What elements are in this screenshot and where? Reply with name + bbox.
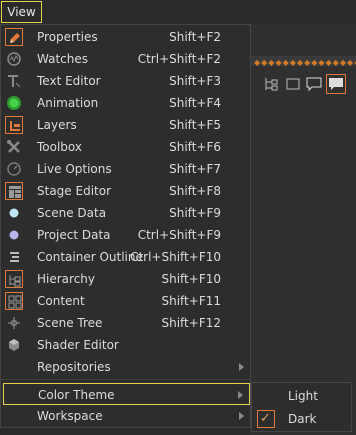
menu-item-label: Scene Tree xyxy=(37,316,103,330)
view-menu-button[interactable]: View xyxy=(1,1,42,23)
menu-item-label: Layers xyxy=(37,118,77,132)
menu-item-label: Watches xyxy=(37,52,88,66)
text-editor-icon xyxy=(5,72,23,90)
menu-item-shortcut: Shift+F3 xyxy=(169,74,221,88)
menu-item-label: Properties xyxy=(37,30,98,44)
comment-active-icon[interactable] xyxy=(326,74,346,94)
toolbox-icon xyxy=(5,138,23,156)
submenu-arrow-icon xyxy=(239,363,244,371)
menu-item-label: Workspace xyxy=(37,409,103,423)
layers-icon xyxy=(5,116,23,134)
menu-item-content[interactable]: Content Shift+F11 xyxy=(1,290,250,312)
theme-option-label: Dark xyxy=(288,412,317,426)
menu-item-shortcut: Ctrl+Shift+F2 xyxy=(137,52,221,66)
menu-item-shortcut: Shift+F9 xyxy=(169,206,221,220)
hierarchy-icon xyxy=(5,270,23,288)
background-dots: ◆◆◆◆◆◆◆◆◆◆◆◆◆◆◆ xyxy=(254,58,356,67)
menu-separator xyxy=(1,379,250,380)
scene-tree-icon xyxy=(5,314,23,332)
menu-item-shortcut: Shift+F7 xyxy=(169,162,221,176)
menu-item-label: Color Theme xyxy=(38,388,115,402)
menu-item-shortcut: Ctrl+Shift+F10 xyxy=(130,250,221,264)
menu-item-shortcut: Shift+F5 xyxy=(169,118,221,132)
page-icon[interactable] xyxy=(283,74,303,94)
menu-item-animation[interactable]: Animation Shift+F4 xyxy=(1,92,250,114)
menu-item-shortcut: Shift+F6 xyxy=(169,140,221,154)
menu-item-label: Content xyxy=(37,294,85,308)
menu-item-text-editor[interactable]: Text Editor Shift+F3 xyxy=(1,70,250,92)
menu-item-properties[interactable]: Properties Shift+F2 xyxy=(1,26,250,48)
menu-item-label: Container Outline xyxy=(37,250,143,264)
menu-item-container-outline[interactable]: Container Outline Ctrl+Shift+F10 xyxy=(1,246,250,268)
watches-icon xyxy=(5,50,23,68)
content-icon xyxy=(5,292,23,310)
menu-item-label: Project Data xyxy=(37,228,111,242)
live-options-icon xyxy=(5,160,23,178)
shader-editor-icon xyxy=(5,336,23,354)
menu-item-label: Text Editor xyxy=(37,74,101,88)
scene-data-icon xyxy=(5,204,23,222)
menu-item-live-options[interactable]: Live Options Shift+F7 xyxy=(1,158,250,180)
menu-item-shortcut: Shift+F8 xyxy=(169,184,221,198)
submenu-arrow-icon xyxy=(239,412,244,420)
animation-icon xyxy=(5,94,23,112)
menu-item-label: Repositories xyxy=(37,360,111,374)
container-outline-icon xyxy=(5,248,23,266)
menu-item-hierarchy[interactable]: Hierarchy Shift+F10 xyxy=(1,268,250,290)
theme-option-light[interactable]: Light xyxy=(252,384,351,408)
checkmark-icon: ✓ xyxy=(257,410,275,428)
menu-item-color-theme[interactable]: Color Theme xyxy=(3,383,250,405)
menu-item-shortcut: Shift+F11 xyxy=(161,294,221,308)
stage-editor-icon xyxy=(5,182,23,200)
menu-item-label: Shader Editor xyxy=(37,338,119,352)
theme-option-label: Light xyxy=(288,389,318,403)
checkmark-glyph: ✓ xyxy=(260,411,271,426)
color-theme-submenu: Light ✓ Dark xyxy=(251,382,352,432)
menu-item-scene-tree[interactable]: Scene Tree Shift+F12 xyxy=(1,312,250,334)
menu-item-repositories[interactable]: Repositories xyxy=(1,356,250,378)
menu-item-stage-editor[interactable]: Stage Editor Shift+F8 xyxy=(1,180,250,202)
project-data-icon xyxy=(5,226,23,244)
menu-item-toolbox[interactable]: Toolbox Shift+F6 xyxy=(1,136,250,158)
background-toolbar xyxy=(250,74,356,98)
properties-icon xyxy=(5,28,23,46)
menu-item-shortcut: Shift+F4 xyxy=(169,96,221,110)
theme-option-dark[interactable]: ✓ Dark xyxy=(252,407,351,431)
menu-item-label: Stage Editor xyxy=(37,184,112,198)
menu-item-shader-editor[interactable]: Shader Editor xyxy=(1,334,250,356)
menu-item-shortcut: Ctrl+Shift+F9 xyxy=(137,228,221,242)
menu-item-scene-data[interactable]: Scene Data Shift+F9 xyxy=(1,202,250,224)
menu-item-label: Scene Data xyxy=(37,206,107,220)
tree-icon[interactable] xyxy=(262,74,282,94)
menu-item-workspace[interactable]: Workspace xyxy=(1,405,250,427)
menu-item-label: Toolbox xyxy=(37,140,82,154)
menu-item-shortcut: Shift+F2 xyxy=(169,30,221,44)
submenu-arrow-icon xyxy=(238,391,243,399)
menu-item-layers[interactable]: Layers Shift+F5 xyxy=(1,114,250,136)
menu-item-project-data[interactable]: Project Data Ctrl+Shift+F9 xyxy=(1,224,250,246)
menu-item-label: Live Options xyxy=(37,162,112,176)
menu-item-label: Hierarchy xyxy=(37,272,96,286)
menu-item-shortcut: Shift+F12 xyxy=(161,316,221,330)
menubar: View xyxy=(0,0,356,24)
menu-item-watches[interactable]: Watches Ctrl+Shift+F2 xyxy=(1,48,250,70)
menu-item-shortcut: Shift+F10 xyxy=(161,272,221,286)
comment-icon[interactable] xyxy=(304,74,324,94)
menu-item-label: Animation xyxy=(37,96,99,110)
view-menu-dropdown: Properties Shift+F2 Watches Ctrl+Shift+F… xyxy=(0,24,251,428)
